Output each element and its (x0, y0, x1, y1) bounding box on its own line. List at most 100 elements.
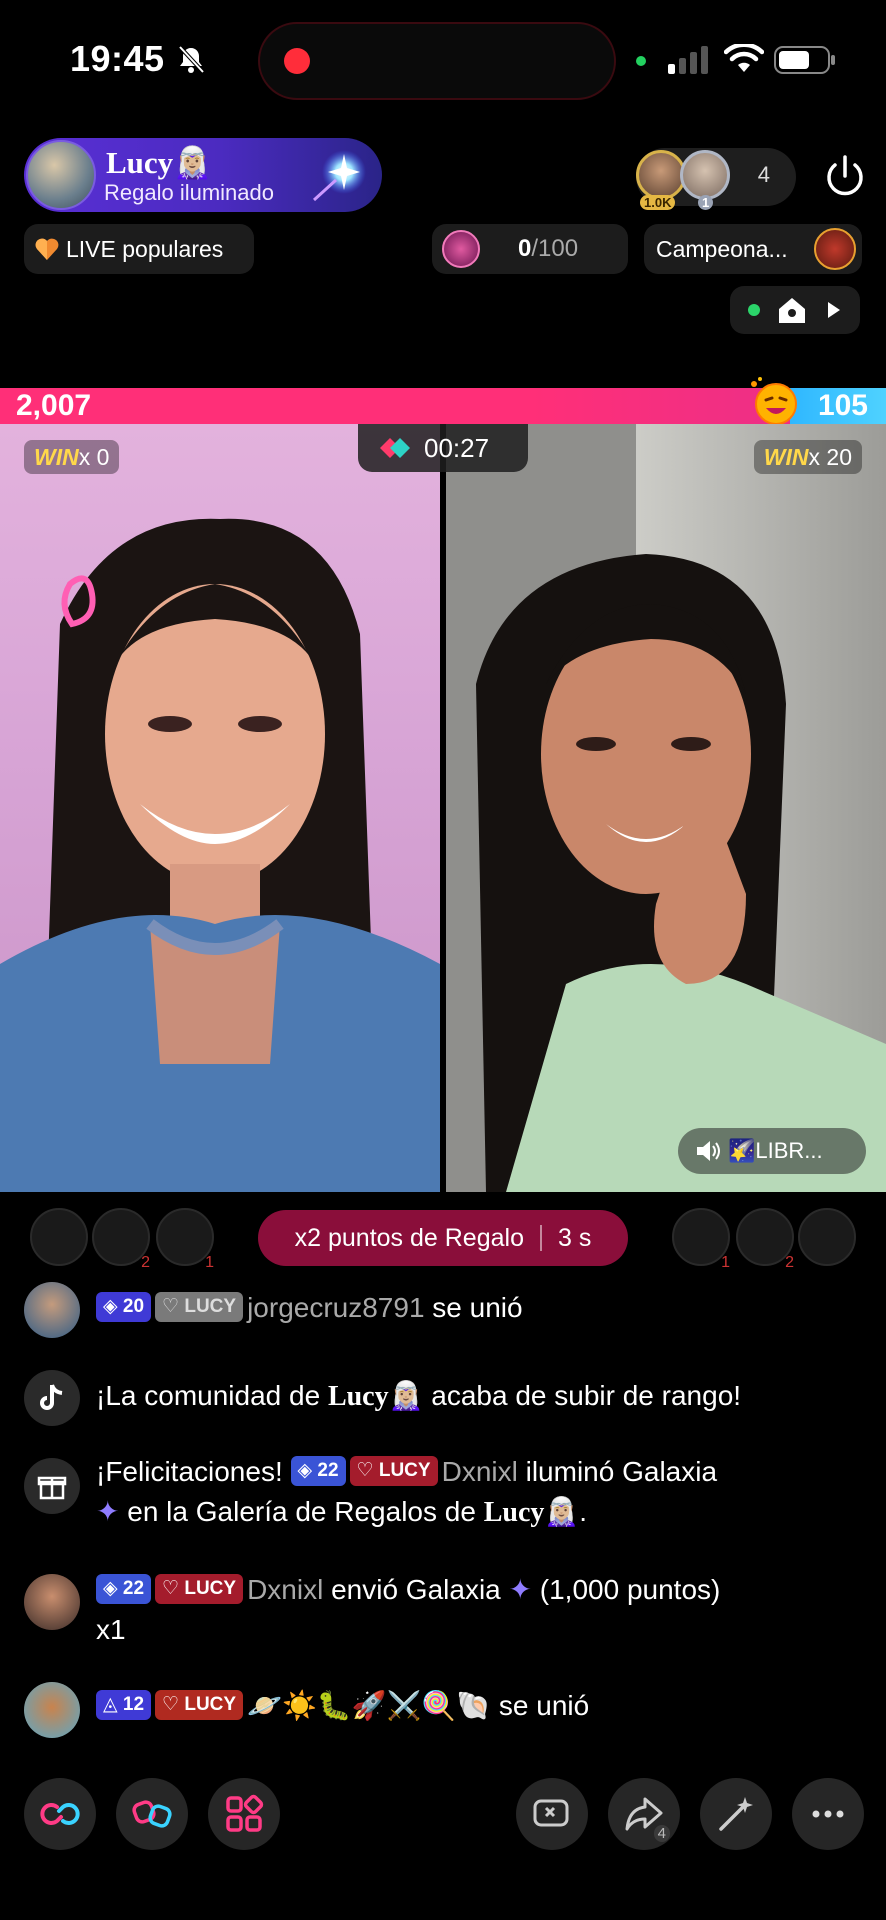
left-host-person (0, 518, 440, 1192)
viewer-rank-badge: 1 (698, 195, 714, 210)
recording-dot (284, 48, 310, 74)
effects-button[interactable] (700, 1778, 772, 1850)
host-mention: Lucy🧝🏼‍♀️ (327, 1381, 424, 1412)
top-viewer-avatar[interactable] (636, 150, 686, 200)
clock: 19:45 (70, 38, 165, 79)
left-gifter-slot[interactable]: 2 (92, 1208, 150, 1271)
mini-controls[interactable] (730, 286, 860, 334)
battle-button[interactable] (116, 1778, 188, 1850)
goal-avatar (442, 230, 480, 268)
chat-text: (1,000 puntos) (532, 1574, 721, 1605)
right-gifter-slot[interactable] (798, 1208, 856, 1266)
bonus-points-banner: x2 puntos de Regalo 3 s (258, 1210, 628, 1266)
speaker-icon (697, 1141, 720, 1161)
left-gifter-slot[interactable]: 1 (156, 1208, 214, 1271)
campaign-chip[interactable]: Campeona... (644, 224, 862, 274)
bonus-label: x2 puntos de Regalo (294, 1223, 524, 1252)
host-subtitle: Regalo iluminado (104, 180, 274, 205)
left-gifter-slot[interactable] (30, 1208, 88, 1266)
right-gifter-slot[interactable]: 1 (672, 1208, 730, 1271)
chat-username[interactable]: jorgecruz8791 (247, 1292, 424, 1323)
top-viewer-avatar[interactable] (680, 150, 730, 200)
bonus-separator (539, 1225, 542, 1251)
user-avatar[interactable] (24, 1682, 80, 1738)
bonus-countdown: 3 s (557, 1223, 592, 1252)
gift-icon (24, 1458, 80, 1514)
top-viewers[interactable]: 1.0K 1 4 (636, 148, 796, 210)
left-host-video[interactable]: WINx 0 (0, 424, 440, 1192)
galaxy-gift-icon: ✦ (96, 1496, 120, 1527)
heart-icon (35, 238, 59, 260)
fan-badge: ♡ LUCY (155, 1689, 244, 1720)
chat-text: acaba de subir de rango! (423, 1380, 742, 1411)
user-avatar[interactable] (24, 1574, 80, 1630)
comment-off-icon (533, 1799, 569, 1827)
comment-toggle-button[interactable] (516, 1778, 588, 1850)
chat-text: se unió (424, 1292, 523, 1323)
camera-indicator (636, 56, 646, 66)
chat-text: ¡Felicitaciones! (96, 1456, 291, 1487)
apps-button[interactable] (208, 1778, 280, 1850)
level-badge: ◈ 22 (290, 1455, 346, 1486)
fan-badge: ♡ LUCY (155, 1291, 244, 1322)
goal-total: /100 (531, 235, 579, 262)
chat-text: envió Galaxia (323, 1574, 509, 1605)
link-button[interactable] (24, 1778, 96, 1850)
campaign-label: Campeona... (656, 235, 788, 262)
galaxy-gift-icon: ✦ (508, 1574, 532, 1605)
gift-multiplier: x1 (96, 1614, 126, 1645)
fan-badge: ♡ LUCY (155, 1573, 244, 1604)
sound-chip[interactable]: 🌠LIBR... (678, 1128, 866, 1174)
right-host-person (446, 424, 886, 1192)
shooting-star-icon (312, 150, 366, 202)
battle-icon (380, 438, 410, 458)
sound-label: 🌠LIBR... (728, 1138, 823, 1163)
viewer-count: 4 (757, 162, 770, 187)
boxing-glove-icon (132, 1800, 172, 1828)
link-icon (40, 1803, 80, 1825)
wifi-icon (724, 44, 764, 72)
bell-off-icon (178, 45, 205, 74)
laughing-face-icon (751, 377, 797, 425)
right-host-video[interactable]: WINx 20 🌠LIBR... (446, 424, 886, 1192)
share-button[interactable]: 4 (608, 1778, 680, 1850)
gift-goal-chip[interactable]: 0 /100 (432, 224, 628, 274)
level-badge: ◈ 22 (96, 1573, 152, 1604)
play-arrow-icon[interactable] (828, 302, 840, 318)
viewer-rank-badge: 1.0K (640, 195, 676, 210)
power-icon[interactable] (820, 152, 870, 202)
host-name: Lucy🧝🏼‍♀️ (106, 145, 212, 180)
goal-current: 0 (518, 235, 532, 262)
left-score: 2,007 (16, 389, 92, 422)
more-dots-icon (812, 1810, 844, 1818)
chat-username[interactable]: Dxnixl (442, 1456, 518, 1487)
more-button[interactable] (792, 1778, 864, 1850)
chat-username[interactable]: Dxnixl (247, 1574, 323, 1605)
tiktok-icon (24, 1370, 80, 1426)
grid-icon (226, 1794, 264, 1832)
signal-icon (668, 46, 708, 74)
status-bar: 19:45 (0, 0, 886, 110)
right-score: 105 (817, 389, 868, 422)
level-badge: ◬ 12 (96, 1689, 152, 1720)
chat-text: se unió (491, 1690, 590, 1721)
magic-wand-icon (719, 1797, 753, 1831)
level-badge: ◈ 20 (96, 1291, 152, 1322)
chat-text: en la Galería de Regalos de (119, 1496, 484, 1527)
chat-text: ¡La comunidad de (96, 1380, 328, 1411)
fan-badge: ♡ LUCY (349, 1455, 438, 1486)
user-avatar[interactable] (24, 1282, 80, 1338)
timer-value: 00:27 (424, 432, 490, 463)
live-popular-chip[interactable]: LIVE populares (24, 224, 254, 274)
live-dot (748, 304, 760, 316)
dynamic-island (258, 22, 616, 100)
home-icon[interactable] (778, 296, 806, 324)
campaign-badge-icon (814, 228, 856, 270)
host-avatar[interactable] (26, 140, 96, 210)
chat-username-emojis[interactable]: 🪐☀️🐛🚀⚔️🍭🐚 (247, 1690, 491, 1721)
host-profile-pill[interactable]: Lucy🧝🏼‍♀️ Regalo iluminado (24, 138, 382, 212)
chat-text: . (579, 1496, 588, 1527)
chat-text: iluminó Galaxia (517, 1456, 718, 1487)
battery-icon (774, 46, 835, 74)
right-gifter-slot[interactable]: 2 (736, 1208, 794, 1271)
